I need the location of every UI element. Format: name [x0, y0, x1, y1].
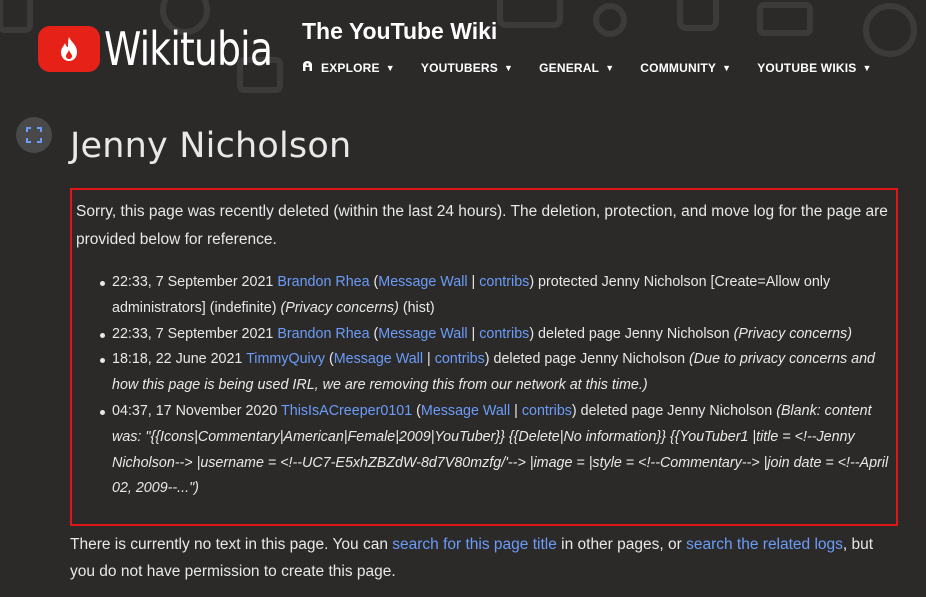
log-reason: (Privacy concerns) — [280, 299, 399, 316]
expand-button[interactable] — [16, 117, 52, 153]
main-nav: EXPLORE ▼ YOUTUBERS ▼ GENERAL ▼ COMMUNIT… — [302, 60, 898, 75]
caret-down-icon: ▼ — [504, 62, 514, 73]
contribs-link[interactable]: contribs — [435, 351, 485, 367]
log-action: deleted page Jenny Nicholson — [493, 351, 686, 368]
caret-down-icon: ▼ — [722, 62, 732, 73]
log-user-link[interactable]: TimmyQuivy — [246, 351, 325, 367]
footer-text-1: There is currently no text in this page.… — [70, 536, 388, 553]
log-action: deleted page Jenny Nicholson — [538, 325, 730, 342]
contribs-link[interactable]: contribs — [479, 326, 529, 342]
log-timestamp: 18:18, 22 June 2021 — [112, 351, 243, 368]
expand-icon — [26, 127, 42, 143]
nav-general-label: GENERAL — [539, 60, 600, 75]
search-logs-link[interactable]: search the related logs — [686, 536, 843, 553]
footer-text-2: in other pages, or — [561, 536, 682, 553]
caret-down-icon: ▼ — [605, 62, 615, 73]
message-wall-link[interactable]: Message Wall — [421, 403, 510, 419]
notice-intro: Sorry, this page was recently deleted (w… — [76, 203, 888, 248]
log-action: deleted page Jenny Nicholson — [580, 402, 773, 419]
log-entry: 04:37, 17 November 2020 ThisIsACreeper01… — [100, 399, 891, 502]
nav-youtube-wikis-label: YOUTUBE WIKIS — [757, 60, 857, 75]
log-timestamp: 22:33, 7 September 2021 — [112, 325, 274, 342]
log-reason: (Privacy concerns) — [733, 325, 852, 342]
nav-community-label: COMMUNITY — [640, 60, 717, 75]
log-extra: (hist) — [402, 299, 435, 316]
wiki-title[interactable]: The YouTube Wiki — [302, 18, 497, 45]
site-header: Wikitubia The YouTube Wiki EXPLORE ▼ YOU… — [0, 0, 926, 100]
message-wall-link[interactable]: Message Wall — [378, 326, 467, 342]
logo-text: Wikitubia — [104, 22, 273, 76]
log-user-link[interactable]: ThisIsACreeper0101 — [281, 403, 412, 419]
page-title: Jenny Nicholson — [70, 126, 352, 166]
log-entry: 22:33, 7 September 2021 Brandon Rhea (Me… — [100, 270, 891, 322]
contribs-link[interactable]: contribs — [522, 403, 572, 419]
nav-general[interactable]: GENERAL ▼ — [539, 61, 614, 75]
log-user-link[interactable]: Brandon Rhea — [277, 326, 369, 342]
nav-explore-label: EXPLORE — [321, 60, 380, 75]
log-entry: 22:33, 7 September 2021 Brandon Rhea (Me… — [100, 322, 891, 348]
message-wall-link[interactable]: Message Wall — [334, 351, 423, 367]
log-user-link[interactable]: Brandon Rhea — [277, 274, 369, 290]
contribs-link[interactable]: contribs — [479, 274, 529, 290]
nav-youtubers-label: YOUTUBERS — [420, 60, 498, 75]
nav-youtube-wikis[interactable]: YOUTUBE WIKIS ▼ — [757, 61, 871, 75]
caret-down-icon: ▼ — [862, 62, 872, 73]
log-timestamp: 22:33, 7 September 2021 — [112, 274, 274, 290]
nav-youtubers[interactable]: YOUTUBERS ▼ — [421, 61, 513, 75]
message-wall-link[interactable]: Message Wall — [378, 274, 467, 290]
log-entry: 18:18, 22 June 2021 TimmyQuivy (Message … — [100, 347, 891, 399]
site-logo[interactable]: Wikitubia — [38, 22, 309, 76]
youtube-flame-logo-icon — [38, 26, 100, 72]
nav-explore[interactable]: EXPLORE ▼ — [302, 60, 395, 75]
no-text-message: There is currently no text in this page.… — [70, 531, 900, 585]
search-title-link[interactable]: search for this page title — [392, 536, 557, 553]
explore-icon — [302, 60, 313, 75]
nav-community[interactable]: COMMUNITY ▼ — [640, 61, 731, 75]
log-list: 22:33, 7 September 2021 Brandon Rhea (Me… — [76, 270, 891, 502]
deletion-notice: Sorry, this page was recently deleted (w… — [70, 188, 898, 526]
caret-down-icon: ▼ — [385, 62, 395, 73]
log-timestamp: 04:37, 17 November 2020 — [112, 402, 278, 419]
